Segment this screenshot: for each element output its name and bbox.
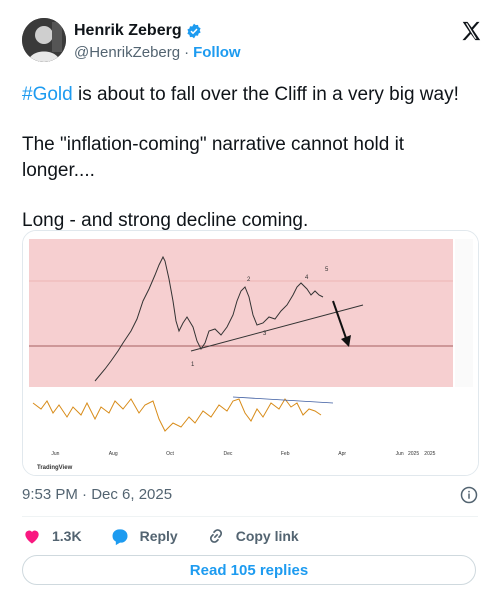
action-bar: 1.3K Reply Copy link <box>22 524 299 548</box>
price-panel <box>29 239 453 387</box>
reply-label: Reply <box>139 528 178 544</box>
heart-icon <box>25 530 39 544</box>
time-tick-label: Aug <box>109 451 118 457</box>
tradingview-watermark: TradingView <box>37 465 73 471</box>
time-tick-label: Jun <box>51 451 59 457</box>
reply-icon <box>112 529 128 546</box>
tweet-paragraph-1: #Gold is about to fall over the Cliff in… <box>22 82 482 108</box>
author-name[interactable]: Henrik Zeberg <box>74 22 182 40</box>
reply-button[interactable]: Reply <box>110 526 178 546</box>
time-tick-label: Dec <box>223 451 232 457</box>
tweet-header: Henrik Zeberg @HenrikZeberg · Follow <box>22 18 482 70</box>
time-tick-label: Feb <box>281 451 290 457</box>
author-name-row: Henrik Zeberg <box>74 22 202 40</box>
price-axis <box>455 239 473 387</box>
read-replies-button[interactable]: Read 105 replies <box>22 555 476 585</box>
x-logo-icon[interactable] <box>460 20 482 42</box>
author-handle-row: @HenrikZeberg · Follow <box>74 44 241 61</box>
info-icon[interactable] <box>460 486 478 504</box>
like-count: 1.3K <box>52 528 82 544</box>
divider <box>22 516 478 517</box>
copy-link-label: Copy link <box>235 528 299 544</box>
time-axis <box>29 447 473 457</box>
time-tick-label: Apr <box>338 451 346 457</box>
oscillator-panel <box>29 391 453 445</box>
separator-dot: · <box>184 44 190 61</box>
verified-badge-icon <box>186 23 201 39</box>
time-tick-label: Jun <box>396 451 404 457</box>
time-tick-label: Oct <box>166 451 174 457</box>
year-tick-label: 2025 <box>408 451 419 457</box>
hashtag-link[interactable]: #Gold <box>22 84 73 105</box>
author-handle[interactable]: @HenrikZeberg <box>74 44 180 61</box>
tweet-paragraph-2: The "inflation-coming" narrative cannot … <box>22 134 405 181</box>
tweet-timestamp[interactable]: 9:53 PM · Dec 6, 2025 <box>22 486 172 503</box>
chart-image[interactable]: 1 2 3 4 5 2025 TradingView Jun Aug Oct Dec F… <box>22 230 479 476</box>
link-icon <box>209 529 222 543</box>
like-button[interactable]: 1.3K <box>22 526 82 546</box>
avatar[interactable] <box>22 18 66 62</box>
time-tick-label: 2025 <box>424 451 435 457</box>
follow-button[interactable]: Follow <box>193 44 241 61</box>
copy-link-button[interactable]: Copy link <box>206 526 299 546</box>
gold-chart: 1 2 3 4 5 2025 TradingView Jun Aug Oct Dec F… <box>23 231 478 475</box>
tweet-line-1: is about to fall over the Cliff in a ver… <box>72 84 459 105</box>
